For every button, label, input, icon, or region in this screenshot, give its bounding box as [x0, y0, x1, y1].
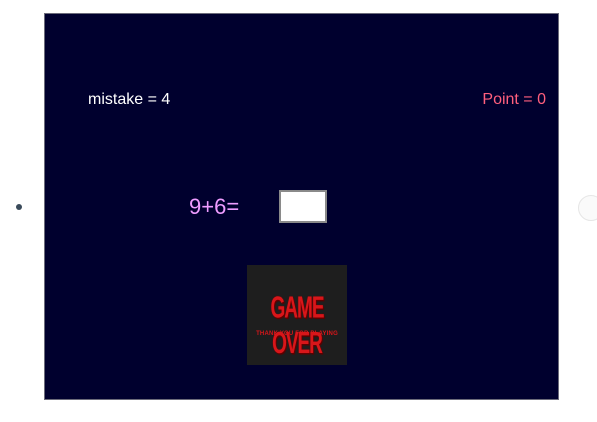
- point-counter: Point = 0: [482, 91, 546, 108]
- answer-input[interactable]: [279, 190, 327, 223]
- game-over-title: GAME OVER: [270, 292, 325, 361]
- math-question: 9+6=: [189, 194, 240, 219]
- camera-icon: [578, 195, 597, 221]
- home-button[interactable]: [16, 204, 22, 210]
- game-over-subtitle: THANK YOU FOR PLAYING: [256, 331, 338, 337]
- game-over-image: GAME OVER THANK YOU FOR PLAYING: [247, 265, 347, 365]
- game-screen: mistake = 4 Point = 0 9+6= GAME OVER THA…: [44, 13, 559, 400]
- tablet-frame: mistake = 4 Point = 0 9+6= GAME OVER THA…: [0, 0, 597, 422]
- mistake-counter: mistake = 4: [88, 91, 171, 108]
